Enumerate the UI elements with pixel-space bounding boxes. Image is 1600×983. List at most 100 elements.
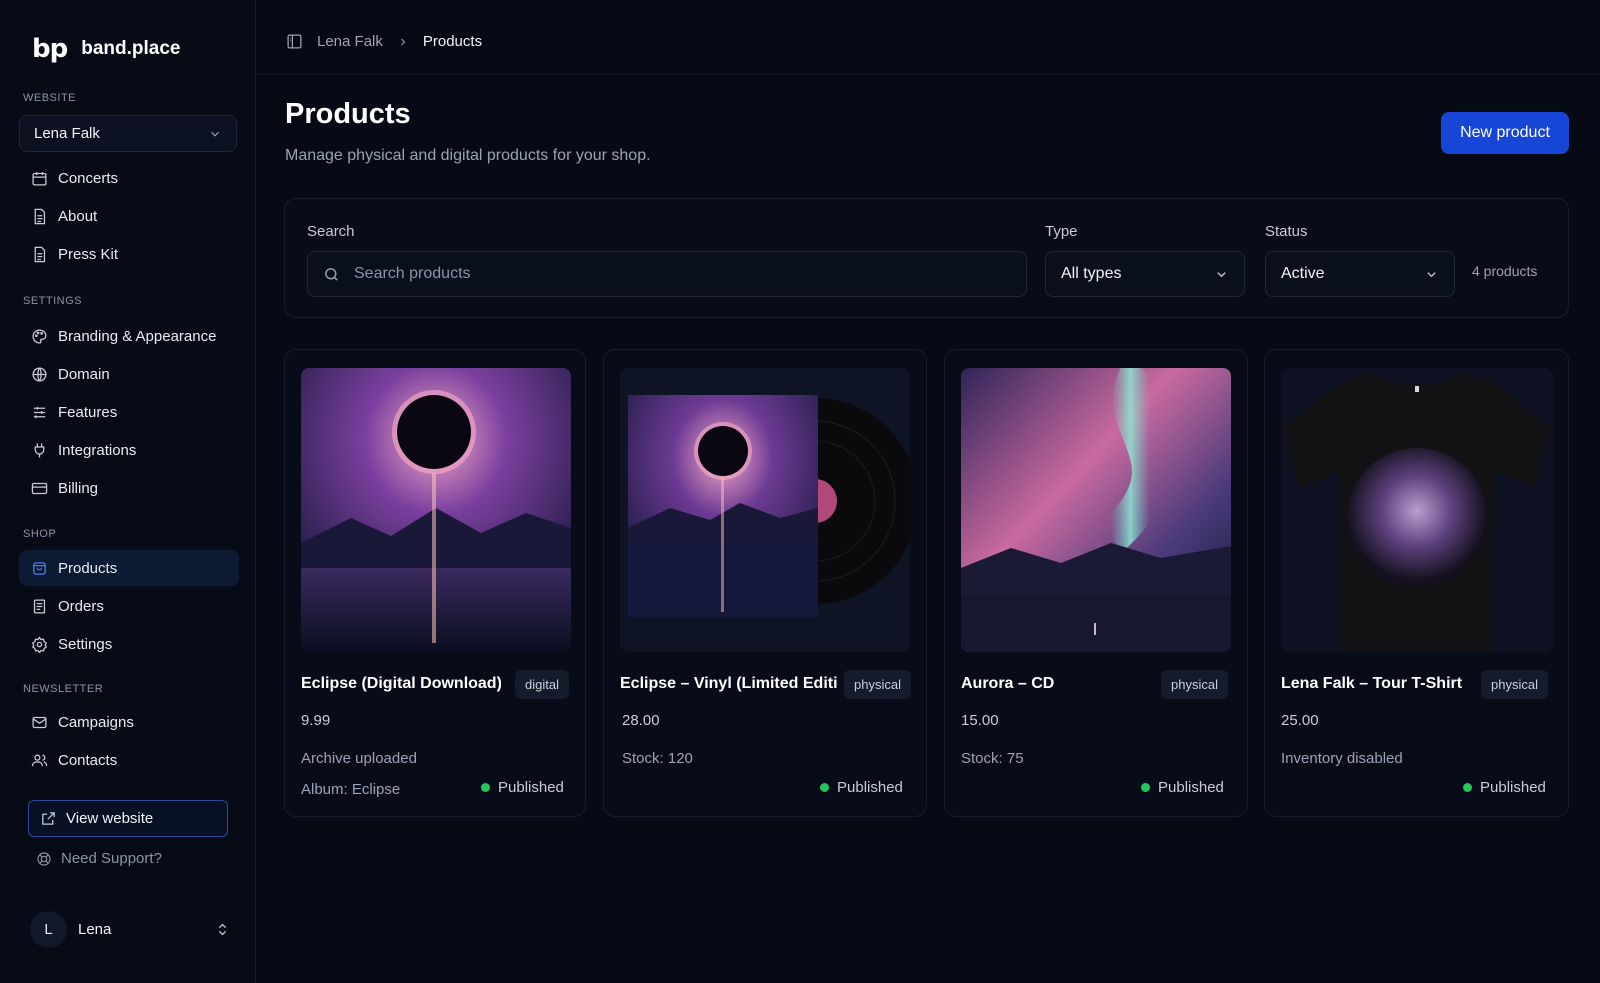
status-label: Published <box>837 779 903 796</box>
status-label: Published <box>1158 779 1224 796</box>
view-website-label: View website <box>66 810 154 827</box>
document-icon <box>34 246 46 262</box>
section-label-settings: SETTINGS <box>23 295 83 307</box>
users-icon <box>31 754 48 766</box>
avatar: L <box>30 910 67 948</box>
breadcrumb: Lena Falk Products <box>286 33 482 50</box>
sidebar-item-label: Campaigns <box>58 713 134 731</box>
page-title: Products <box>285 98 411 130</box>
product-card[interactable]: Lena Falk – Tour T-Shirt physical 25.00 … <box>1264 349 1569 817</box>
product-card[interactable]: Eclipse (Digital Download) digital 9.99 … <box>284 349 586 817</box>
view-website-button[interactable]: View website <box>28 800 228 837</box>
type-select-value: All types <box>1061 265 1122 282</box>
breadcrumb-current: Products <box>422 33 483 50</box>
sidebar-item-label: Press Kit <box>58 245 119 263</box>
status-label: Status <box>1265 223 1308 240</box>
product-card[interactable]: Aurora – CD physical 15.00 Stock: 75 Pub… <box>944 349 1248 817</box>
status-select[interactable]: Active <box>1265 251 1455 297</box>
need-support-link[interactable]: Need Support? <box>36 850 162 867</box>
new-product-button[interactable]: New product <box>1441 112 1569 154</box>
product-name: Aurora – CD <box>961 675 1055 692</box>
chevron-down-icon <box>1427 271 1436 277</box>
product-price: 9.99 <box>301 712 331 729</box>
status-dot-icon <box>481 783 490 792</box>
status-dot-icon <box>1141 783 1150 792</box>
sidebar-item-concerts[interactable]: Concerts <box>19 160 239 196</box>
sidebar-item-billing[interactable]: Billing <box>19 470 239 506</box>
search-input[interactable]: Search products <box>307 251 1027 297</box>
product-type-badge: physical <box>844 670 911 699</box>
sidebar-item-label: Features <box>58 403 118 421</box>
calendar-icon <box>32 171 47 186</box>
sidebar-item-domain[interactable]: Domain <box>19 356 239 392</box>
sidebar-item-label: Settings <box>58 635 113 653</box>
brand[interactable]: bp band.place <box>32 34 180 64</box>
sidebar-item-label: Orders <box>58 597 104 615</box>
product-price: 25.00 <box>1281 712 1319 729</box>
product-count: 4 products <box>1472 263 1538 279</box>
search-placeholder: Search products <box>354 265 471 282</box>
product-type-badge: digital <box>515 670 569 699</box>
chevron-down-icon <box>211 131 219 137</box>
product-name: Eclipse (Digital Download) <box>301 675 501 692</box>
section-label-shop: SHOP <box>23 528 57 540</box>
search-label: Search <box>307 223 355 240</box>
palette-icon <box>32 328 47 344</box>
sidebar-item-contacts[interactable]: Contacts <box>19 742 239 778</box>
sliders-icon <box>33 406 46 418</box>
product-meta: Inventory disabled <box>1281 750 1403 767</box>
sidebar-item-label: Domain <box>58 365 110 383</box>
status-label: Published <box>498 779 564 796</box>
sidebar-item-label: Concerts <box>58 169 119 187</box>
sidebar-item-label: Billing <box>58 479 99 497</box>
sidebar-item-label: Branding & Appearance <box>58 327 217 345</box>
product-card[interactable]: Eclipse – Vinyl (Limited Editic physical… <box>603 349 927 817</box>
sidebar-item-label: Products <box>58 559 118 577</box>
website-select-value: Lena Falk <box>34 125 100 142</box>
product-image-eclipse-vinyl <box>620 368 910 652</box>
sidebar-item-branding[interactable]: Branding & Appearance <box>19 318 239 354</box>
product-album: Album: Eclipse <box>301 781 401 798</box>
sidebar-item-integrations[interactable]: Integrations <box>19 432 239 468</box>
sidebar-item-features[interactable]: Features <box>19 394 239 430</box>
sidebar-item-press-kit[interactable]: Press Kit <box>19 236 239 272</box>
page-subtitle: Manage physical and digital products for… <box>285 147 651 164</box>
sidebar-item-campaigns[interactable]: Campaigns <box>19 704 239 740</box>
mail-icon <box>32 716 47 728</box>
sidebar: bp band.place WEBSITE Lena Falk Concerts… <box>0 0 256 983</box>
search-icon <box>325 267 338 281</box>
type-select[interactable]: All types <box>1045 251 1245 297</box>
product-image-eclipse-digital <box>301 368 571 652</box>
status-badge: Published <box>481 779 564 796</box>
status-label: Published <box>1480 779 1546 796</box>
sidebar-item-shop-settings[interactable]: Settings <box>19 626 239 662</box>
website-select[interactable]: Lena Falk <box>19 115 237 152</box>
status-badge: Published <box>1463 779 1546 796</box>
sidebar-item-about[interactable]: About <box>19 198 239 234</box>
section-label-newsletter: NEWSLETTER <box>23 683 104 695</box>
sidebar-item-label: About <box>58 207 98 225</box>
need-support-label: Need Support? <box>61 850 162 867</box>
user-menu[interactable]: L Lena <box>30 910 230 948</box>
product-name: Lena Falk – Tour T-Shirt <box>1281 675 1463 692</box>
section-label-website: WEBSITE <box>23 92 77 104</box>
chevron-up-down-icon <box>218 923 227 935</box>
status-dot-icon <box>820 783 829 792</box>
product-meta: Stock: 75 <box>961 750 1024 767</box>
product-meta: Archive uploaded <box>301 750 417 767</box>
external-link-icon <box>42 812 55 825</box>
document-icon <box>34 208 46 224</box>
globe-icon <box>32 366 47 382</box>
status-badge: Published <box>820 779 903 796</box>
credit-card-icon <box>31 482 48 494</box>
shopping-bag-icon <box>33 561 46 575</box>
receipt-icon <box>33 598 46 614</box>
plug-icon <box>34 442 45 458</box>
sidebar-item-products[interactable]: Products <box>19 550 239 586</box>
status-badge: Published <box>1141 779 1224 796</box>
breadcrumb-parent[interactable]: Lena Falk <box>317 33 383 50</box>
sidebar-toggle-icon[interactable] <box>286 33 303 50</box>
product-type-badge: physical <box>1481 670 1548 699</box>
product-price: 28.00 <box>622 712 660 729</box>
sidebar-item-orders[interactable]: Orders <box>19 588 239 624</box>
